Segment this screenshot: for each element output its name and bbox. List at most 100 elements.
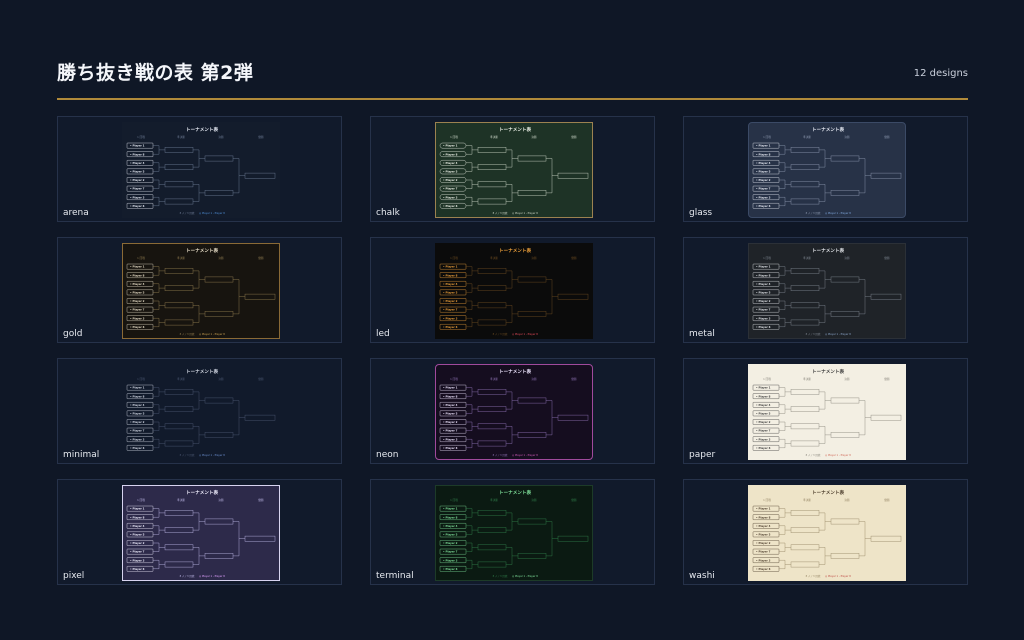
player-name: • Player 1 [130, 144, 145, 148]
bracket-box [477, 527, 507, 533]
bracket-box [477, 544, 507, 551]
design-count: 12 designs [913, 68, 968, 79]
bracket-box [477, 302, 507, 309]
player-name: • Player 2 [443, 541, 458, 545]
player-name: • Player 6 [756, 567, 771, 571]
bracket-footer: 8 人 / 3 回戦 [493, 211, 508, 215]
player-name: • Player 6 [130, 567, 145, 571]
bracket-footer-link: ◎ Player 1 - Player 8 [512, 453, 538, 457]
player-name: • Player 6 [443, 325, 458, 329]
bracket-svg: トーナメント表 1 回戦 準決勝 決勝 優勝 • Player 1 • Player 8 • … [439, 368, 589, 457]
bracket-heading: トーナメント表 [499, 489, 532, 496]
bracket-box [830, 432, 860, 438]
bracket-svg: トーナメント表 1 回戦 準決勝 決勝 優勝 • Player 1 • Player 8 • … [126, 489, 276, 578]
bracket-box [204, 276, 234, 283]
bracket-thumbnail: トーナメント表 1 回戦 準決勝 決勝 優勝 • Player 1 • Player 8 • … [122, 243, 280, 339]
round-label-3: 決勝 [844, 377, 850, 381]
player-name: • Player 4 [130, 403, 145, 407]
bracket-footer: 8 人 / 3 回戦 [806, 211, 821, 215]
bracket-heading: トーナメント表 [812, 126, 845, 133]
round-label-3: 決勝 [844, 498, 850, 502]
player-name: • Player 4 [130, 282, 145, 286]
design-card-pixel[interactable]: トーナメント表 1 回戦 準決勝 決勝 優勝 • Player 1 • Player 8 • … [57, 479, 342, 585]
bracket-box [244, 293, 276, 300]
bracket-heading: トーナメント表 [499, 126, 532, 133]
bracket-box [164, 406, 194, 412]
bracket-box [477, 181, 507, 188]
player-name: • Player 8 [756, 273, 771, 277]
design-card-arena[interactable]: トーナメント表 1 回戦 準決勝 決勝 優勝 • Player 1 • Player 8 • … [57, 116, 342, 222]
round-label-1: 1 回戦 [450, 135, 458, 139]
round-label-3: 決勝 [218, 377, 224, 381]
bracket-box [517, 311, 547, 317]
round-label-1: 1 回戦 [763, 135, 771, 139]
bracket-footer: 8 人 / 3 回戦 [806, 332, 821, 336]
design-label: neon [376, 450, 399, 460]
bracket-footer: 8 人 / 3 回戦 [180, 211, 195, 215]
bracket-box [517, 190, 547, 196]
bracket-box [830, 276, 860, 283]
bracket-box [790, 319, 820, 326]
player-name: • Player 1 [130, 265, 145, 269]
bracket-box [244, 414, 276, 421]
round-label-2: 準決勝 [490, 256, 498, 260]
player-name: • Player 7 [443, 308, 458, 312]
player-name: • Player 8 [756, 152, 771, 156]
round-label-1: 1 回戦 [450, 498, 458, 502]
player-name: • Player 4 [756, 161, 771, 165]
bracket-box [557, 535, 589, 542]
player-name: • Player 8 [130, 152, 145, 156]
player-name: • Player 2 [756, 541, 771, 545]
player-name: • Player 6 [756, 446, 771, 450]
bracket-box [790, 268, 820, 274]
player-name: • Player 8 [443, 515, 458, 519]
design-card-washi[interactable]: トーナメント表 1 回戦 準決勝 決勝 優勝 • Player 1 • Player 8 • … [683, 479, 968, 585]
bracket-thumbnail: トーナメント表 1 回戦 準決勝 決勝 優勝 • Player 1 • Player 8 • … [748, 485, 906, 581]
design-card-metal[interactable]: トーナメント表 1 回戦 準決勝 決勝 優勝 • Player 1 • Player 8 • … [683, 237, 968, 343]
bracket-box [477, 198, 507, 205]
design-card-gold[interactable]: トーナメント表 1 回戦 準決勝 決勝 優勝 • Player 1 • Player 8 • … [57, 237, 342, 343]
design-card-glass[interactable]: トーナメント表 1 回戦 準決勝 決勝 優勝 • Player 1 • Player 8 • … [683, 116, 968, 222]
bracket-box [830, 190, 860, 196]
player-name: • Player 1 [130, 507, 145, 511]
bracket-thumbnail: トーナメント表 1 回戦 準決勝 決勝 優勝 • Player 1 • Player 8 • … [748, 243, 906, 339]
bracket-thumbnail: トーナメント表 1 回戦 準決勝 決勝 優勝 • Player 1 • Player 8 • … [122, 122, 280, 218]
design-label: metal [689, 329, 715, 339]
round-label-1: 1 回戦 [137, 377, 145, 381]
design-card-chalk[interactable]: トーナメント表 1 回戦 準決勝 決勝 優勝 • Player 1 • Player 8 • … [370, 116, 655, 222]
design-card-paper[interactable]: トーナメント表 1 回戦 準決勝 決勝 優勝 • Player 1 • Player 8 • … [683, 358, 968, 464]
design-card-neon[interactable]: トーナメント表 1 回戦 準決勝 決勝 優勝 • Player 1 • Player 8 • … [370, 358, 655, 464]
player-name: • Player 3 [130, 437, 145, 441]
round-label-3: 決勝 [218, 256, 224, 260]
player-name: • Player 7 [756, 308, 771, 312]
bracket-footer-link: ◎ Player 1 - Player 8 [199, 211, 225, 215]
player-name: • Player 8 [443, 152, 458, 156]
player-name: • Player 1 [756, 144, 771, 148]
design-label: gold [63, 329, 83, 339]
round-label-4: 優勝 [258, 256, 264, 260]
bracket-heading: トーナメント表 [812, 489, 845, 496]
round-label-2: 準決勝 [803, 498, 811, 502]
player-name: • Player 4 [756, 524, 771, 528]
bracket-box [557, 172, 589, 179]
player-name: • Player 5 [130, 291, 145, 295]
player-name: • Player 7 [443, 187, 458, 191]
bracket-box [870, 293, 902, 300]
bracket-box [870, 414, 902, 421]
bracket-box [164, 527, 194, 533]
bracket-box [870, 172, 902, 179]
player-name: • Player 1 [756, 386, 771, 390]
bracket-box [790, 423, 820, 430]
player-name: • Player 6 [130, 204, 145, 208]
design-card-minimal[interactable]: トーナメント表 1 回戦 準決勝 決勝 優勝 • Player 1 • Player 8 • … [57, 358, 342, 464]
round-label-1: 1 回戦 [450, 377, 458, 381]
bracket-box [204, 553, 234, 559]
design-label: pixel [63, 571, 85, 581]
bracket-footer-link: ◎ Player 1 - Player 8 [825, 453, 851, 457]
design-card-terminal[interactable]: トーナメント表 1 回戦 準決勝 決勝 優勝 • Player 1 • Player 8 • … [370, 479, 655, 585]
player-name: • Player 5 [443, 533, 458, 537]
bracket-box [164, 164, 194, 170]
player-name: • Player 4 [756, 403, 771, 407]
design-card-led[interactable]: トーナメント表 1 回戦 準決勝 決勝 優勝 • Player 1 • Player 8 • … [370, 237, 655, 343]
player-name: • Player 2 [443, 178, 458, 182]
